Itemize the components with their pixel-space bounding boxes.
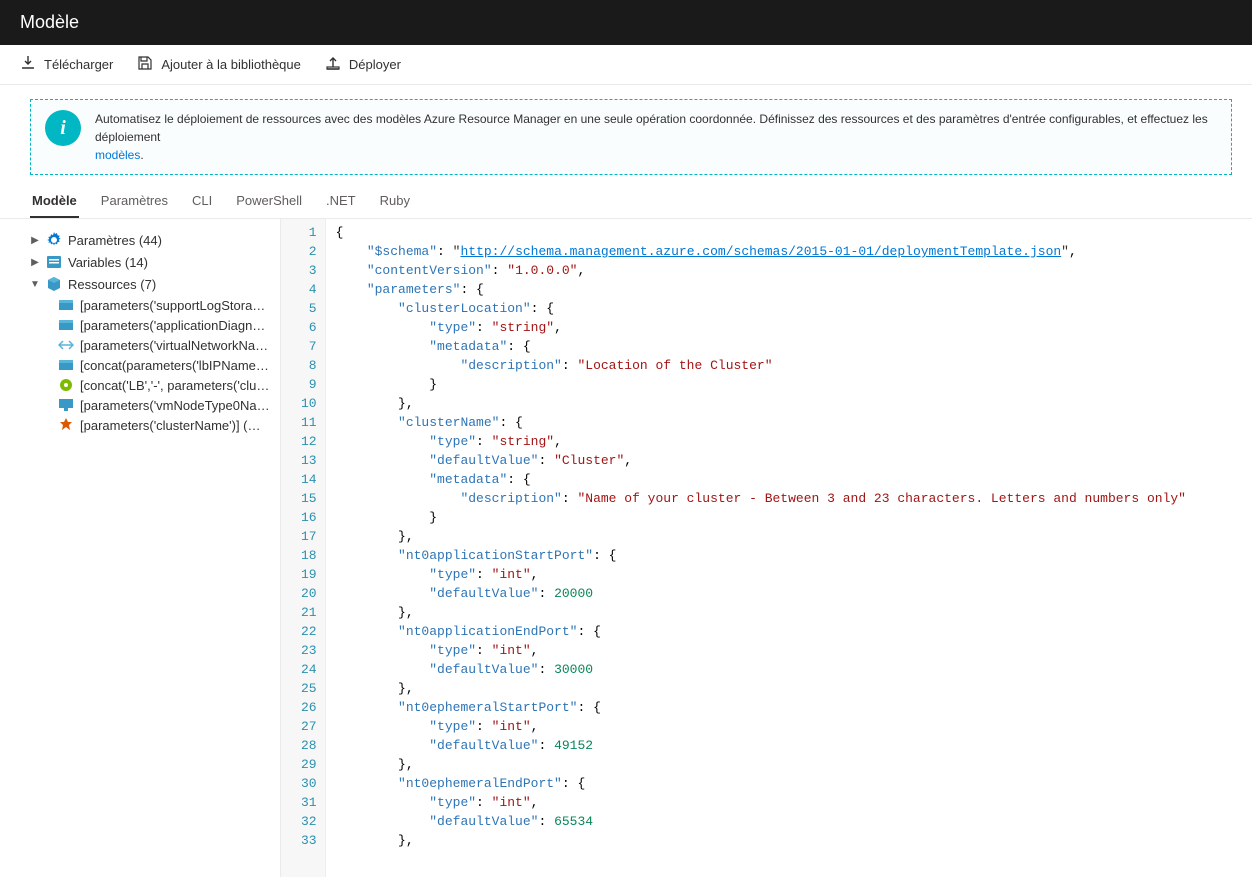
download-icon (20, 55, 36, 74)
tab-parametres[interactable]: Paramètres (99, 185, 170, 218)
line-gutter: 1234567891011121314151617181920212223242… (281, 219, 326, 877)
add-library-label: Ajouter à la bibliothèque (161, 57, 301, 72)
download-button[interactable]: Télécharger (20, 55, 113, 74)
deploy-icon (325, 55, 341, 74)
code-editor[interactable]: 1234567891011121314151617181920212223242… (280, 219, 1252, 877)
info-text: Automatisez le déploiement de ressources… (95, 110, 1217, 164)
caret-right-icon: ▶ (30, 257, 40, 268)
tree-variables[interactable]: ▶ Variables (14) (30, 251, 270, 273)
caret-down-icon: ▼ (30, 279, 40, 290)
tab-cli[interactable]: CLI (190, 185, 214, 218)
variables-icon (46, 254, 62, 270)
caret-right-icon: ▶ (30, 235, 40, 246)
tab-modele[interactable]: Modèle (30, 185, 79, 218)
network-icon (58, 337, 74, 353)
tree-parameters[interactable]: ▶ Paramètres (44) (30, 229, 270, 251)
tree-resource-item[interactable]: [parameters('applicationDiagnosti... (58, 315, 270, 335)
info-icon: i (45, 110, 81, 146)
code-content: { "$schema": "http://schema.management.a… (326, 219, 1196, 877)
sidebar: ▶ Paramètres (44) ▶ Variables (14) ▼ Res… (0, 219, 280, 877)
tab-net[interactable]: .NET (324, 185, 358, 218)
add-library-button[interactable]: Ajouter à la bibliothèque (137, 55, 301, 74)
tree-resource-item[interactable]: [concat('LB','-', parameters('cluster... (58, 375, 270, 395)
vm-icon (58, 397, 74, 413)
tree-resources[interactable]: ▼ Ressources (7) (30, 273, 270, 295)
cube-icon (46, 276, 62, 292)
save-icon (137, 55, 153, 74)
page-title: Modèle (0, 0, 1252, 45)
deploy-button[interactable]: Déployer (325, 55, 401, 74)
gear-icon (46, 232, 62, 248)
loadbalancer-icon (58, 377, 74, 393)
cluster-icon (58, 417, 74, 433)
storage-icon (58, 317, 74, 333)
toolbar: Télécharger Ajouter à la bibliothèque Dé… (0, 45, 1252, 85)
deploy-label: Déployer (349, 57, 401, 72)
tab-powershell[interactable]: PowerShell (234, 185, 304, 218)
ip-icon (58, 357, 74, 373)
tree-resource-item[interactable]: [parameters('vmNodeType0Name'... (58, 395, 270, 415)
tree-resource-item[interactable]: [concat(parameters('lbIPName'),'-',... (58, 355, 270, 375)
info-banner: i Automatisez le déploiement de ressourc… (30, 99, 1232, 175)
storage-icon (58, 297, 74, 313)
download-label: Télécharger (44, 57, 113, 72)
tabs: Modèle Paramètres CLI PowerShell .NET Ru… (0, 185, 1252, 219)
tree-resource-item[interactable]: [parameters('clusterName')] (Micr... (58, 415, 270, 435)
tree-resource-item[interactable]: [parameters('virtualNetworkName'... (58, 335, 270, 355)
info-link[interactable]: modèles (95, 148, 140, 162)
tab-ruby[interactable]: Ruby (378, 185, 412, 218)
tree-resource-item[interactable]: [parameters('supportLogStorageA... (58, 295, 270, 315)
